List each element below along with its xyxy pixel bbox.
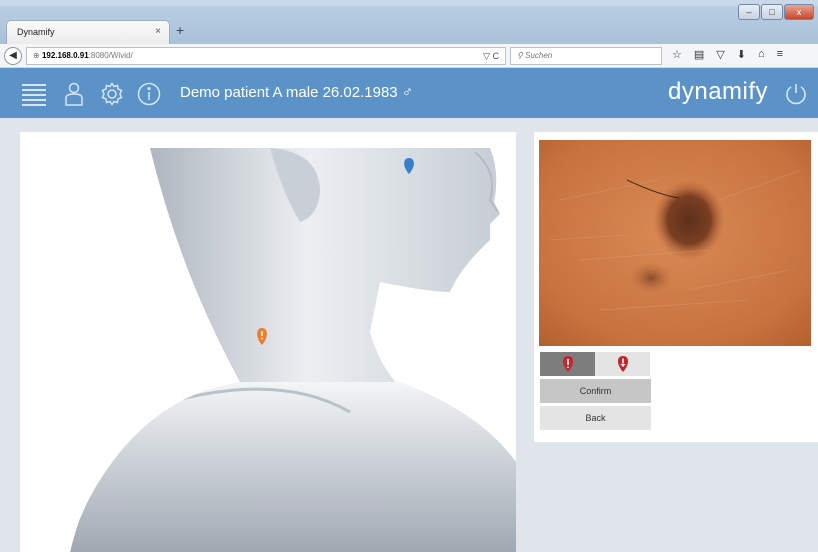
app-header: Demo patient A male 26.02.1983 ♂ dynamif… [0,68,818,118]
pocket-icon[interactable]: ▽ [716,48,724,61]
alert-marker-icon [562,356,573,372]
browser-back-button[interactable]: ◀ [4,47,22,65]
confirm-button[interactable]: Confirm [540,379,651,403]
alert-toggle-active[interactable] [540,352,595,376]
brand-logo: dynamify [668,78,769,105]
tab-title: Dynamify [17,27,55,37]
search-placeholder: Suchen [525,51,553,60]
minimize-button[interactable]: – [738,4,760,20]
browser-navbar: ◀ ⊕ 192.168.0.91:8080/Wivid/ ▽ C ⚲ Suche… [0,44,818,68]
alert-down-marker-icon [617,356,628,372]
browser-toolbar-icons: ☆ ▤ ▽ ⬇ ⌂ ≡ [672,48,783,61]
close-window-button[interactable]: x [784,4,814,20]
url-bar[interactable]: ⊕ 192.168.0.91:8080/Wivid/ ▽ C [26,47,506,65]
home-icon[interactable]: ⌂ [758,48,765,61]
bookmark-star-icon[interactable]: ☆ [672,48,682,61]
info-icon[interactable] [137,82,161,106]
power-icon[interactable] [784,82,808,106]
reload-icon[interactable]: ▽ C [483,48,499,64]
menu-icon[interactable]: ≡ [777,48,783,61]
list-icon[interactable] [22,82,46,106]
user-icon[interactable] [62,82,86,106]
main-content: Confirm Back [0,118,818,552]
window-controls: – □ x [738,4,814,20]
settings-icon[interactable] [100,82,124,106]
body-map-panel [20,132,516,552]
search-input[interactable]: ⚲ Suchen [510,47,662,65]
maximize-button[interactable]: □ [761,4,783,20]
dermoscopy-image [539,140,811,346]
browser-tab[interactable]: Dynamify × [6,20,170,44]
lesion-status-toggle [540,352,651,376]
patient-info: Demo patient A male 26.02.1983 ♂ [180,84,414,101]
lesion-detail-panel: Confirm Back [534,132,818,442]
globe-icon: ⊕ [33,51,42,60]
titlebar-strip [0,0,818,6]
search-icon: ⚲ [517,51,526,60]
url-host: 192.168.0.91 [41,51,89,60]
url-path: :8080/Wivid/ [88,51,133,60]
back-button[interactable]: Back [540,406,651,430]
body-map-figure[interactable] [20,132,516,552]
new-tab-button[interactable]: + [176,22,184,38]
reading-list-icon[interactable]: ▤ [694,48,704,61]
browser-titlebar: Dynamify × + – □ x [0,0,818,44]
download-icon[interactable]: ⬇ [737,48,746,61]
tab-close-icon[interactable]: × [155,26,161,37]
alert-toggle-inactive[interactable] [595,352,650,376]
